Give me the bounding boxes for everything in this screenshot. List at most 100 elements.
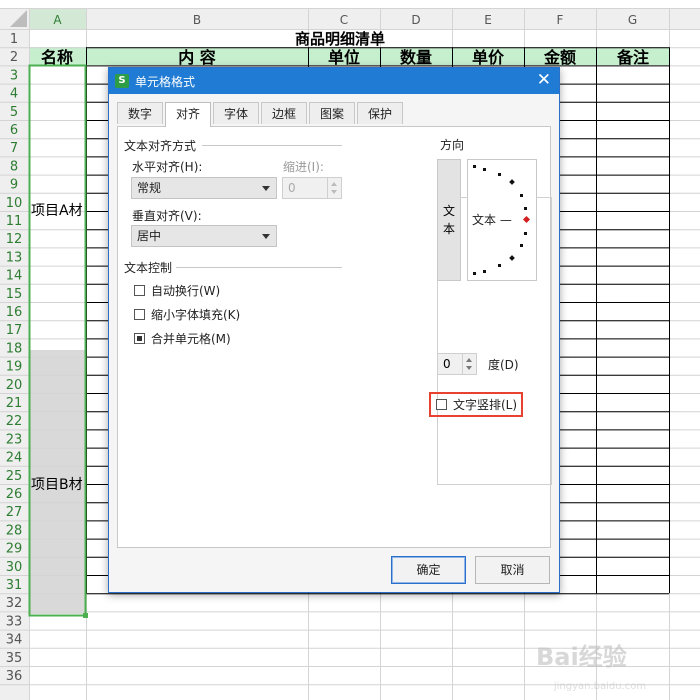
row-number[interactable]: 12 xyxy=(6,232,23,247)
row-number[interactable]: 36 xyxy=(6,669,23,684)
row-number[interactable]: 7 xyxy=(10,141,18,156)
chevron-down-icon xyxy=(262,186,270,191)
row-number[interactable]: 21 xyxy=(6,396,23,411)
sheet-title[interactable]: 商品明细清单 xyxy=(295,30,385,48)
row-number[interactable]: 16 xyxy=(6,305,23,320)
header-cell-content[interactable]: 内 容 xyxy=(178,48,216,67)
ok-button[interactable]: 确定 xyxy=(391,556,466,584)
row-number[interactable]: 33 xyxy=(6,614,23,629)
row-number[interactable]: 30 xyxy=(6,560,23,575)
row-number[interactable]: 4 xyxy=(10,87,18,102)
row-number[interactable]: 2 xyxy=(10,50,18,65)
tab-alignment[interactable]: 对齐 xyxy=(165,102,211,127)
header-cell-price[interactable]: 单价 xyxy=(472,48,505,67)
text-control-section-label: 文本控制 xyxy=(124,261,173,275)
tab-protection[interactable]: 保护 xyxy=(357,102,403,124)
format-cells-dialog: S 单元格格式 ✕ 数字 对齐 字体 边框 图案 保护 文本对齐方式 水平对齐(… xyxy=(108,67,560,593)
column-header[interactable]: C xyxy=(340,13,348,27)
column-header[interactable]: A xyxy=(53,13,62,27)
chevron-up-icon xyxy=(466,358,472,362)
row-number[interactable]: 6 xyxy=(10,123,18,138)
row-number[interactable]: 28 xyxy=(6,523,23,538)
orientation-dial[interactable]: 文本 — xyxy=(467,159,537,281)
dial-preview-text: 文本 — xyxy=(472,212,512,227)
vertical-align-select[interactable]: 居中 xyxy=(131,225,277,247)
header-cell-remark[interactable]: 备注 xyxy=(616,48,649,67)
chevron-down-icon xyxy=(331,190,337,194)
row-number[interactable]: 26 xyxy=(6,487,23,502)
vertical-align-value: 居中 xyxy=(137,229,162,243)
column-header[interactable]: F xyxy=(557,13,564,27)
row-number[interactable]: 24 xyxy=(6,451,23,466)
indent-stepper[interactable]: 0 xyxy=(282,177,342,199)
vertical-text-checkbox[interactable] xyxy=(436,399,447,410)
orientation-dial-graphic: 文本 — xyxy=(472,165,531,275)
row-number[interactable]: 8 xyxy=(10,159,18,174)
row-number[interactable]: 18 xyxy=(6,341,23,356)
merged-cell-project-a[interactable]: 项目A材 xyxy=(31,203,83,219)
horizontal-align-value: 常规 xyxy=(137,181,162,195)
header-cell-unit[interactable]: 单位 xyxy=(328,48,360,67)
shrink-to-fit-label[interactable]: 缩小字体填充(K) xyxy=(151,306,240,323)
wrap-text-label[interactable]: 自动换行(W) xyxy=(151,282,220,299)
row-number[interactable]: 32 xyxy=(6,596,23,611)
close-icon[interactable]: ✕ xyxy=(537,70,551,90)
row-number[interactable]: 29 xyxy=(6,542,23,557)
shrink-to-fit-checkbox[interactable] xyxy=(134,309,145,320)
horizontal-align-select[interactable]: 常规 xyxy=(131,177,277,199)
section-divider xyxy=(176,267,342,268)
cancel-button[interactable]: 取消 xyxy=(475,556,550,584)
merged-cell-project-b[interactable]: 项目B材 xyxy=(31,477,83,493)
row-number[interactable]: 20 xyxy=(6,378,23,393)
degree-label: 度(D) xyxy=(488,358,519,372)
row-number[interactable]: 22 xyxy=(6,414,23,429)
stepper-buttons xyxy=(327,178,341,198)
vertical-text-preview-button[interactable]: 文 本 xyxy=(437,159,461,281)
degree-stepper[interactable]: 0 xyxy=(437,353,477,375)
tab-border[interactable]: 边框 xyxy=(261,102,307,124)
row-number[interactable]: 35 xyxy=(6,651,23,666)
merge-cells-label[interactable]: 合并单元格(M) xyxy=(151,330,231,347)
watermark-url: jingyan.baidu.com xyxy=(553,681,646,692)
row-number[interactable]: 25 xyxy=(6,469,23,484)
row-number[interactable]: 14 xyxy=(6,269,23,284)
merge-cells-checkbox[interactable] xyxy=(134,333,145,344)
row-number[interactable]: 3 xyxy=(10,68,18,83)
row-number[interactable]: 13 xyxy=(6,250,23,265)
row-number[interactable]: 23 xyxy=(6,432,23,447)
column-header[interactable]: D xyxy=(411,13,420,27)
header-cell-name[interactable]: 名称 xyxy=(41,48,73,67)
column-header[interactable]: E xyxy=(484,13,492,27)
column-header[interactable]: B xyxy=(193,13,201,27)
chevron-down-icon xyxy=(466,366,472,370)
row-number[interactable]: 10 xyxy=(6,196,23,211)
row-number[interactable]: 17 xyxy=(6,323,23,338)
fill-handle[interactable] xyxy=(83,613,88,618)
wrap-text-checkbox[interactable] xyxy=(134,285,145,296)
row-number[interactable]: 27 xyxy=(6,505,23,520)
watermark-text: Bai经验 xyxy=(536,643,627,671)
indent-label: 缩进(I): xyxy=(283,160,324,174)
wps-app-icon: S xyxy=(115,74,129,88)
stepper-buttons xyxy=(462,354,476,374)
tab-font[interactable]: 字体 xyxy=(213,102,259,124)
column-header[interactable]: G xyxy=(628,13,637,27)
header-cell-amount[interactable]: 金额 xyxy=(543,48,576,67)
row-number[interactable]: 1 xyxy=(10,32,18,47)
tab-number[interactable]: 数字 xyxy=(117,102,163,124)
row-number[interactable]: 15 xyxy=(6,287,23,302)
orientation-handle[interactable] xyxy=(522,215,531,224)
row-number[interactable]: 34 xyxy=(6,633,23,648)
row-number[interactable]: 9 xyxy=(10,178,18,193)
orientation-section-label: 方向 xyxy=(438,136,467,153)
vertical-align-label: 垂直对齐(V): xyxy=(132,209,202,223)
dialog-titlebar[interactable]: S 单元格格式 ✕ xyxy=(109,68,559,94)
dialog-title: 单元格格式 xyxy=(135,75,196,89)
row-number[interactable]: 11 xyxy=(6,214,23,229)
vertical-text-label[interactable]: 文字竖排(L) xyxy=(453,396,517,413)
row-number[interactable]: 19 xyxy=(6,360,23,375)
header-cell-qty[interactable]: 数量 xyxy=(400,48,432,67)
row-number[interactable]: 5 xyxy=(10,105,18,120)
row-number[interactable]: 31 xyxy=(6,578,23,593)
tab-pattern[interactable]: 图案 xyxy=(309,102,355,124)
